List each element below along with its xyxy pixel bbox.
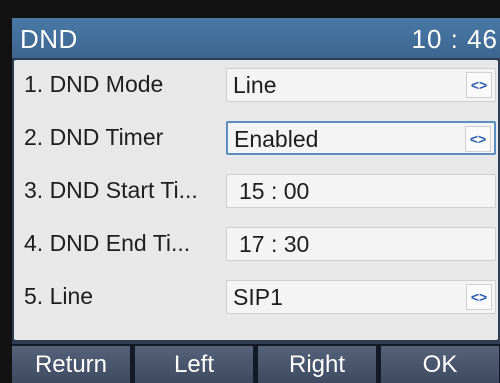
setting-value: 17 : 30 <box>239 231 310 257</box>
line-select[interactable]: SIP1 <> <box>226 280 496 314</box>
setting-row-line[interactable]: 5. Line SIP1 <> <box>14 274 498 322</box>
right-softkey[interactable]: Right <box>258 346 376 383</box>
phone-screen: DND 10 : 46 1. DND Mode Line <> 2. DND T… <box>12 18 500 383</box>
setting-row-dnd-mode[interactable]: 1. DND Mode Line <> <box>14 62 498 110</box>
setting-label: 4. DND End Ti... <box>24 230 191 256</box>
left-softkey[interactable]: Left <box>135 346 253 383</box>
dnd-start-time-field[interactable]: 15 : 00 <box>226 174 496 208</box>
left-right-arrows-icon[interactable]: <> <box>466 72 492 98</box>
softkey-bar: Return Left Right OK <box>12 344 500 383</box>
setting-value: 15 : 00 <box>239 178 310 204</box>
dnd-mode-select[interactable]: Line <> <box>226 68 496 102</box>
setting-value: Enabled <box>234 126 319 152</box>
return-softkey[interactable]: Return <box>12 346 130 383</box>
setting-label: 5. Line <box>24 283 94 309</box>
clock: 10 : 46 <box>411 24 498 54</box>
page-title: DND <box>20 24 78 54</box>
setting-label: 1. DND Mode <box>24 71 164 97</box>
left-right-arrows-icon[interactable]: <> <box>465 126 491 152</box>
dnd-end-time-field[interactable]: 17 : 30 <box>226 227 496 261</box>
setting-row-dnd-end-time[interactable]: 4. DND End Ti... 17 : 30 <box>14 221 498 269</box>
dnd-timer-select[interactable]: Enabled <> <box>226 121 496 155</box>
setting-row-dnd-timer[interactable]: 2. DND Timer Enabled <> <box>14 115 498 163</box>
settings-list: 1. DND Mode Line <> 2. DND Timer Enabled… <box>14 60 498 340</box>
setting-value: Line <box>233 72 277 98</box>
setting-row-dnd-start-time[interactable]: 3. DND Start Ti... 15 : 00 <box>14 168 498 216</box>
ok-softkey[interactable]: OK <box>381 346 499 383</box>
setting-value: SIP1 <box>233 284 283 310</box>
setting-label: 2. DND Timer <box>24 124 164 150</box>
left-right-arrows-icon[interactable]: <> <box>466 284 492 310</box>
setting-label: 3. DND Start Ti... <box>24 177 198 203</box>
title-bar: DND 10 : 46 <box>12 18 500 58</box>
